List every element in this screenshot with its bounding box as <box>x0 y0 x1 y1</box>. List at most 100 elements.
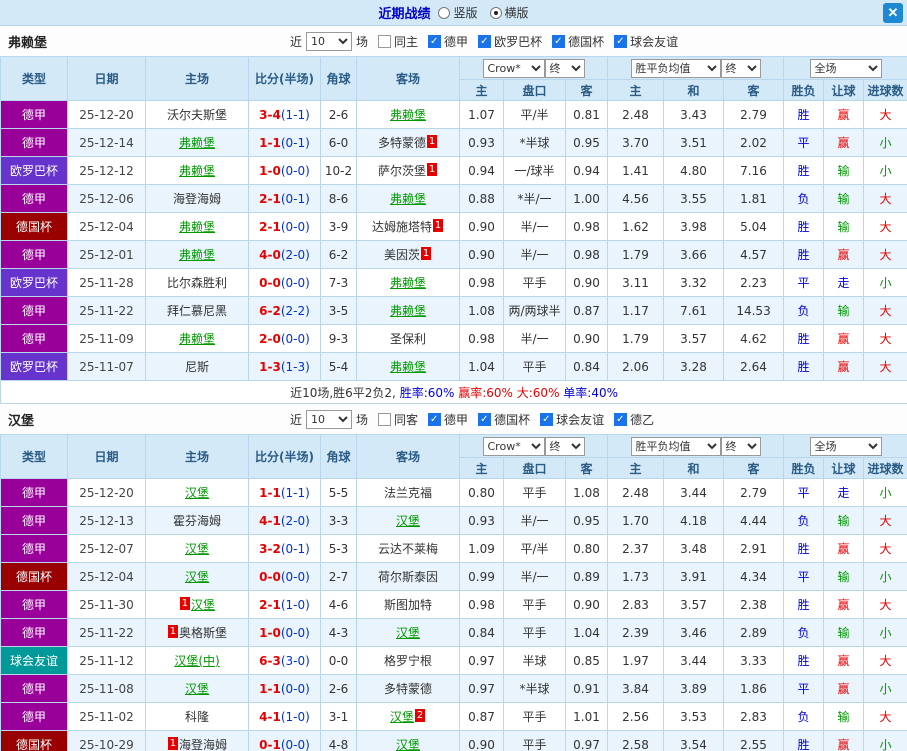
col-type: 类型 <box>0 56 68 101</box>
half-score: (0-0) <box>280 569 310 584</box>
result-wdl: 负 <box>783 618 825 647</box>
league-badge: 德甲 <box>0 184 68 213</box>
team-name-link[interactable]: 汉堡 <box>185 570 209 584</box>
team-name-link[interactable]: 汉堡(中) <box>174 654 219 668</box>
avg-draw: 3.54 <box>663 730 725 751</box>
team-name-link: 美因茨 <box>383 248 420 262</box>
team-name-link: 荷尔斯泰因 <box>377 570 438 584</box>
avg-time-select[interactable]: 终 <box>720 436 761 456</box>
corner-score: 0-0 <box>320 646 357 675</box>
home-team-cell: 霍芬海姆 <box>145 506 249 535</box>
filter-checkbox-2[interactable]: 欧罗巴杯 <box>478 33 542 50</box>
team-name-link[interactable]: 汉堡 <box>191 598 215 612</box>
avg-draw: 3.57 <box>663 324 725 353</box>
team-name-link[interactable]: 弗赖堡 <box>390 108 426 122</box>
team-name-link[interactable]: 弗赖堡 <box>390 304 426 318</box>
odds-away: 1.00 <box>564 184 609 213</box>
match-count-select[interactable]: 10 <box>306 31 353 51</box>
avg-type-select[interactable]: 胜平负均值 <box>630 58 721 78</box>
team-name-link[interactable]: 汉堡 <box>396 738 420 751</box>
result-goals: 小 <box>863 674 907 703</box>
match-date: 25-12-13 <box>67 506 146 535</box>
match-date: 25-12-06 <box>67 184 146 213</box>
half-score: (0-0) <box>280 737 310 751</box>
team-name-link[interactable]: 汉堡 <box>396 514 420 528</box>
league-badge: 欧罗巴杯 <box>0 352 68 381</box>
layout-radio-horizontal[interactable]: 横版 <box>489 4 529 21</box>
filter-checkbox-3[interactable]: 球会友谊 <box>540 411 604 428</box>
team-name-link[interactable]: 弗赖堡 <box>390 192 426 206</box>
scope-select[interactable]: 全场 <box>809 436 882 456</box>
checkbox-label: 球会友谊 <box>630 34 679 49</box>
team-name-link[interactable]: 汉堡 <box>185 682 209 696</box>
half-score: (0-0) <box>280 625 310 640</box>
team-name-link: 奥格斯堡 <box>178 626 227 640</box>
filter-checkbox-1[interactable]: 德甲 <box>428 33 468 50</box>
avg-home: 1.41 <box>607 156 665 185</box>
layout-radio-vertical[interactable]: 竖版 <box>438 4 478 21</box>
filter-checkbox-4[interactable]: 球会友谊 <box>614 33 678 50</box>
away-team-cell: 云达不莱梅 <box>356 534 460 563</box>
checkbox-label: 德国杯 <box>568 34 605 49</box>
team-name-link[interactable]: 弗赖堡 <box>179 332 215 346</box>
league-badge: 德甲 <box>0 324 68 353</box>
filter-checkbox-4[interactable]: 德乙 <box>614 411 654 428</box>
full-score: 4-1 <box>259 513 281 528</box>
bookmaker-select[interactable]: Crow* <box>482 58 545 78</box>
summary-part: 近10场,胜6平2负2, <box>290 385 400 400</box>
titlebar: 近期战绩 竖版 横版 ✕ <box>0 0 907 26</box>
team-name-link[interactable]: 弗赖堡 <box>179 248 215 262</box>
filter-checkbox-0[interactable]: 同主 <box>378 33 418 50</box>
checkbox-label: 球会友谊 <box>556 412 605 427</box>
league-badge: 德甲 <box>0 100 68 129</box>
half-score: (2-0) <box>280 513 310 528</box>
corner-score: 5-4 <box>320 352 357 381</box>
team-name-link[interactable]: 弗赖堡 <box>390 360 426 374</box>
score-cell: 0-0(0-0) <box>248 562 321 591</box>
filter-checkbox-3[interactable]: 德国杯 <box>552 33 604 50</box>
avg-home: 1.17 <box>607 296 665 325</box>
close-button[interactable]: ✕ <box>883 3 903 23</box>
odds-away: 0.98 <box>564 212 609 241</box>
full-score: 4-1 <box>259 709 281 724</box>
odds-away: 0.94 <box>564 156 609 185</box>
filter-checkbox-2[interactable]: 德国杯 <box>478 411 530 428</box>
odds-home: 1.09 <box>459 534 504 563</box>
filter-checkbox-1[interactable]: 德甲 <box>428 411 468 428</box>
filter-checkbox-0[interactable]: 同客 <box>378 411 418 428</box>
team-name-link[interactable]: 弗赖堡 <box>390 276 426 290</box>
away-team-cell: 弗赖堡 <box>356 100 460 129</box>
odds-home: 1.04 <box>459 352 504 381</box>
filter-bar: 近 10 场 同主 德甲 欧罗巴杯 德国杯 球会友谊 <box>290 31 678 51</box>
match-count-select[interactable]: 10 <box>306 409 353 429</box>
match-row: 德国杯 25-12-04 汉堡 0-0(0-0) 2-7 荷尔斯泰因 0.99 … <box>0 562 907 591</box>
team-name-link[interactable]: 弗赖堡 <box>179 220 215 234</box>
team-name-link[interactable]: 汉堡 <box>390 710 414 724</box>
team-name-link[interactable]: 弗赖堡 <box>179 136 215 150</box>
checkbox-label: 同主 <box>394 34 419 49</box>
home-team-cell: 拜仁慕尼黑 <box>145 296 249 325</box>
corner-score: 8-6 <box>320 184 357 213</box>
scope-select[interactable]: 全场 <box>809 58 882 78</box>
sub-col-result-goals: 进球数 <box>863 457 907 479</box>
avg-away: 4.34 <box>723 562 785 591</box>
bookmaker-select[interactable]: Crow* <box>482 436 545 456</box>
odds-time-select[interactable]: 终 <box>544 436 585 456</box>
avg-time-select[interactable]: 终 <box>720 58 761 78</box>
odds-home: 0.94 <box>459 156 504 185</box>
corner-score: 5-5 <box>320 478 357 507</box>
odds-handicap: *半/一 <box>503 184 566 213</box>
col-home: 主场 <box>145 56 249 101</box>
team-name-link[interactable]: 弗赖堡 <box>179 164 215 178</box>
result-handicap: 赢 <box>823 646 865 675</box>
avg-type-select[interactable]: 胜平负均值 <box>630 436 721 456</box>
team-name-link[interactable]: 汉堡 <box>396 626 420 640</box>
odds-time-select[interactable]: 终 <box>544 58 585 78</box>
match-date: 25-11-09 <box>67 324 146 353</box>
team-name-link[interactable]: 汉堡 <box>185 542 209 556</box>
team-name-link[interactable]: 汉堡 <box>185 486 209 500</box>
odds-handicap: 平手 <box>503 618 566 647</box>
odds-away: 0.90 <box>564 590 609 619</box>
match-date: 25-11-28 <box>67 268 146 297</box>
away-team-cell: 萨尔茨堡 1 <box>356 156 460 185</box>
